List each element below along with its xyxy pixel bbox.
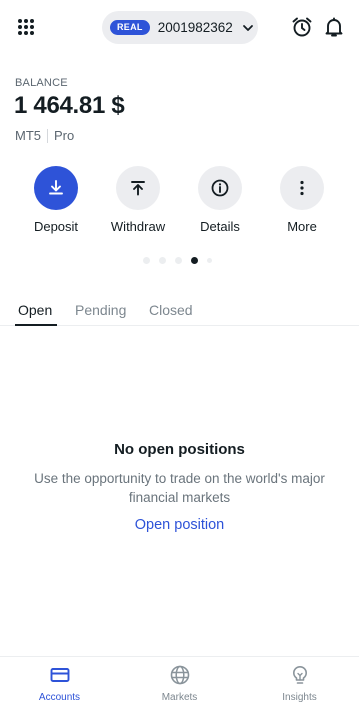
account-type-badge: REAL — [110, 20, 150, 35]
more-label: More — [287, 219, 317, 234]
more-circle — [280, 166, 324, 210]
alarm-clock-icon[interactable] — [291, 16, 313, 38]
balance-label: BALANCE — [15, 77, 68, 89]
open-position-link[interactable]: Open position — [0, 517, 359, 533]
info-icon — [211, 179, 229, 197]
carousel-pager — [143, 257, 212, 264]
account-switcher[interactable]: REAL 2001982362 — [102, 11, 258, 44]
empty-state-title: No open positions — [114, 441, 245, 458]
bell-icon[interactable] — [323, 16, 345, 38]
download-icon — [49, 180, 63, 195]
top-bar: REAL 2001982362 — [0, 0, 359, 56]
deposit-button[interactable]: Deposit — [16, 166, 96, 234]
platform-label: MT5 — [15, 128, 41, 143]
meta-divider — [47, 128, 48, 143]
pager-dot[interactable] — [143, 257, 150, 264]
pager-dot[interactable] — [207, 258, 212, 263]
upload-icon — [131, 181, 145, 196]
vertical-dots-icon — [300, 180, 304, 196]
card-icon — [50, 668, 69, 682]
chevron-down-icon — [242, 24, 253, 31]
tab-closed[interactable]: Closed — [149, 302, 193, 326]
details-button[interactable]: Details — [180, 166, 260, 234]
positions-tabs: Open Pending Closed — [0, 296, 359, 326]
withdraw-button[interactable]: Withdraw — [98, 166, 178, 234]
nav-markets[interactable]: Markets — [120, 657, 239, 720]
nav-insights[interactable]: Insights — [240, 657, 359, 720]
withdraw-circle — [116, 166, 160, 210]
more-button[interactable]: More — [262, 166, 342, 234]
lightbulb-icon — [292, 666, 307, 684]
globe-icon — [170, 665, 189, 685]
deposit-label: Deposit — [33, 219, 79, 234]
details-label: Details — [200, 219, 240, 234]
details-circle — [198, 166, 242, 210]
account-meta: MT5 Pro — [15, 128, 74, 143]
withdraw-label: Withdraw — [110, 219, 166, 234]
nav-markets-label: Markets — [161, 692, 198, 703]
active-tab-indicator — [15, 324, 57, 326]
pager-dot-active[interactable] — [191, 257, 198, 264]
nav-accounts[interactable]: Accounts — [0, 657, 119, 720]
account-kind-label: Pro — [54, 128, 75, 143]
pager-dot[interactable] — [159, 257, 166, 264]
deposit-circle — [34, 166, 78, 210]
nav-accounts-label: Accounts — [38, 692, 81, 703]
apps-menu-icon[interactable] — [18, 19, 34, 35]
quick-actions: Deposit Withdraw Details More — [0, 166, 359, 236]
nav-insights-label: Insights — [282, 692, 317, 703]
balance-value: 1 464.81 $ — [14, 92, 125, 119]
tab-pending[interactable]: Pending — [75, 302, 126, 326]
pager-dot[interactable] — [175, 257, 182, 264]
tab-open[interactable]: Open — [18, 302, 52, 326]
empty-state-subtitle: Use the opportunity to trade on the worl… — [34, 471, 325, 505]
account-number: 2001982362 — [157, 20, 233, 35]
bottom-navigation: Accounts Markets Insights — [0, 656, 359, 720]
